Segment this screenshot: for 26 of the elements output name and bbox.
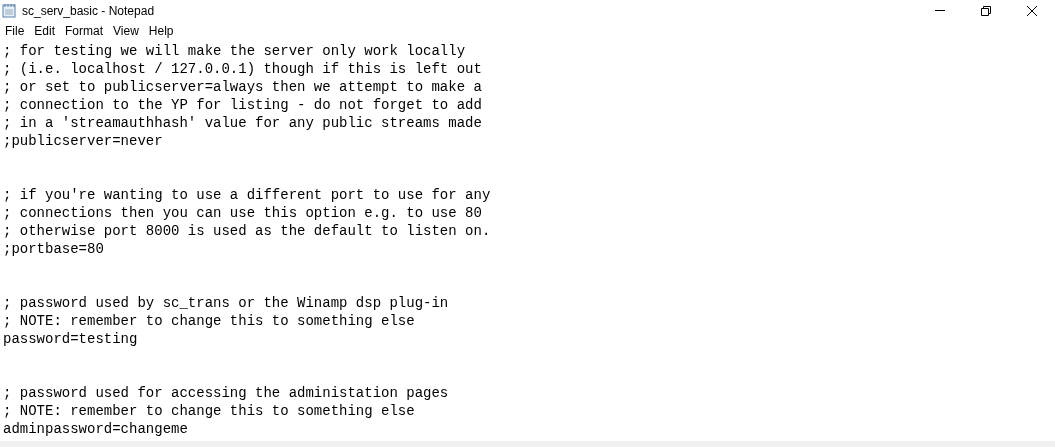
- text-line: ; or set to publicserver=always then we attempt to make a: [3, 78, 483, 96]
- text-line: ; password used by sc_trans or the Winamp dsp plug-in: [3, 294, 450, 312]
- menu-item[interactable]: Edit: [29, 21, 61, 41]
- text-line: ; password used for accessing the administation pages: [3, 384, 450, 402]
- text-line: ;portbase=80: [3, 240, 105, 258]
- menu-item[interactable]: File: [0, 21, 30, 41]
- window-title: sc_serv_basic - Notepad: [22, 2, 155, 20]
- text-line: ;publicserver=never: [3, 132, 164, 150]
- text-line: ; NOTE: remember to change this to something else: [3, 402, 416, 420]
- menu-item[interactable]: Help: [143, 21, 179, 41]
- text-line: ; otherwise port 8000 is used as the default to listen on.: [3, 222, 492, 240]
- text-line: adminpassword=changeme: [3, 420, 189, 438]
- text-line: ; connection to the YP for listing - do not forget to add: [3, 96, 483, 114]
- restore-icon: [981, 5, 991, 16]
- notepad-icon: [2, 3, 16, 18]
- minimize-icon: [935, 10, 945, 11]
- text-line: ; for testing we will make the server only work locally: [3, 42, 467, 60]
- text-line: password=testing: [3, 330, 139, 348]
- menu-item[interactable]: Format: [60, 21, 109, 41]
- text-line: ; (i.e. localhost / 127.0.0.1) though if this is left out: [3, 60, 483, 78]
- text-line: ; if you're wanting to use a different port to use for any: [3, 186, 492, 204]
- close-icon: [1027, 5, 1037, 16]
- text-line: ; connections then you can use this option e.g. to use 80: [3, 204, 483, 222]
- text-line: ; in a 'streamauthhash' value for any public streams made: [3, 114, 483, 132]
- text-line: ; NOTE: remember to change this to something else: [3, 312, 416, 330]
- menu-item[interactable]: View: [108, 21, 144, 41]
